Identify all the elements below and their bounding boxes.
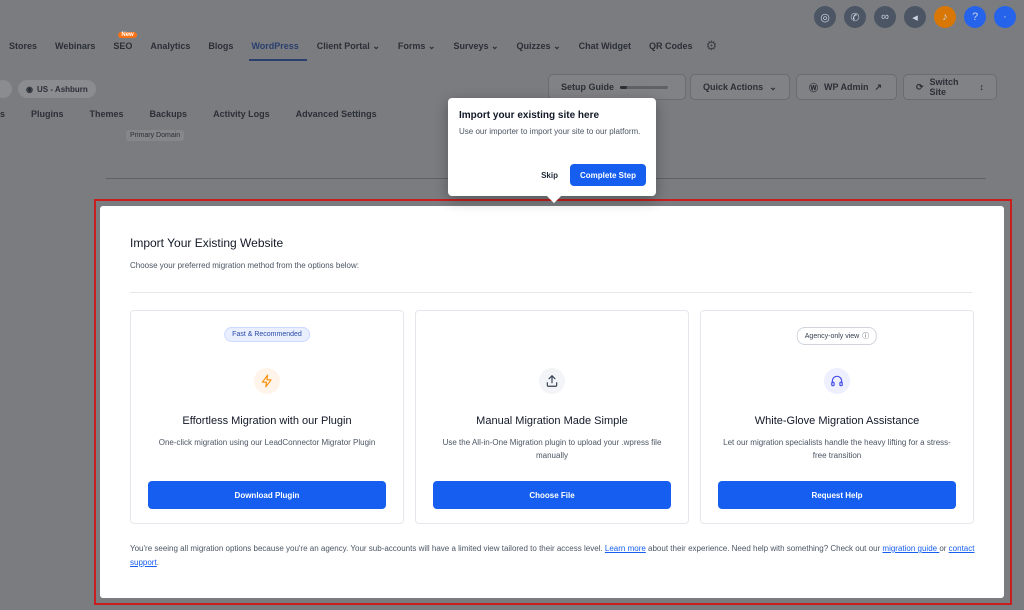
nav-item-forms[interactable]: Forms ⌄	[389, 41, 445, 52]
site-selector-label: US - Ashburn	[36, 84, 88, 94]
nav-item-qr-codes[interactable]: QR Codes	[640, 41, 702, 51]
chevron-down-icon: ⌄	[427, 40, 436, 51]
highlight-frame	[94, 199, 1012, 605]
switch-icon: ⟳	[916, 81, 924, 92]
site-subnav: s Plugins Themes Backups Activity Logs A…	[0, 109, 390, 119]
avatar[interactable]: ·	[994, 6, 1016, 28]
chevron-down-icon: ⌄	[769, 81, 777, 92]
nav-item-label: Client Portal	[316, 40, 370, 51]
complete-step-button[interactable]: Complete Step	[569, 164, 646, 186]
nav-item-label: Surveys	[453, 40, 489, 51]
skip-button[interactable]: Skip	[541, 171, 558, 180]
site-selector[interactable]: ◉ US - Ashburn	[18, 80, 96, 98]
popover-actions: Skip Complete Step	[541, 164, 646, 186]
gear-icon[interactable]: ⚙	[702, 38, 718, 54]
subnav-item-activity-logs[interactable]: Activity Logs	[200, 109, 283, 119]
wp-admin-label: WP Admin	[824, 82, 869, 92]
chevron-down-icon: ⌄	[553, 40, 561, 51]
chevron-down-icon: ⌄	[491, 40, 499, 51]
chevron-down-icon: ⌄	[372, 40, 380, 51]
setup-progress-bar	[620, 85, 669, 89]
nav-item-wordpress[interactable]: WordPress	[242, 41, 307, 51]
megaphone-icon[interactable]: ◂	[904, 6, 926, 28]
popover-title: Import your existing site here	[459, 110, 600, 121]
nav-item-analytics[interactable]: Analytics	[141, 41, 199, 51]
nav-item-surveys[interactable]: Surveys ⌄	[444, 41, 507, 52]
setup-progress-fill	[620, 85, 628, 89]
quick-actions-button[interactable]: Quick Actions ⌄	[690, 74, 790, 100]
external-link-icon: ↗	[874, 81, 883, 92]
chevron-updown-icon: ↕	[979, 82, 985, 92]
bell-icon[interactable]: ♪	[934, 6, 956, 28]
nav-item-label: Forms	[397, 40, 426, 51]
new-badge: New	[118, 32, 137, 38]
main-nav: Stores Webinars SEO New Analytics Blogs W…	[0, 32, 1024, 56]
header-icons: ◎ ✆ ∞ ◂ ♪ ? ·	[814, 6, 1016, 28]
wp-admin-button[interactable]: Ⓦ WP Admin ↗	[796, 74, 897, 100]
setup-guide-button[interactable]: Setup Guide	[548, 74, 686, 100]
subnav-item-themes[interactable]: Themes	[77, 109, 137, 119]
primary-domain-badge: Primary Domain	[126, 130, 185, 141]
nav-item-client-portal[interactable]: Client Portal ⌄	[308, 41, 389, 52]
help-icon[interactable]: ?	[964, 6, 986, 28]
nav-item-quizzes[interactable]: Quizzes ⌄	[508, 41, 570, 52]
setup-guide-label: Setup Guide	[561, 82, 615, 92]
popover-text: Use our importer to import your site to …	[459, 127, 641, 136]
nav-item-chat-widget[interactable]: Chat Widget	[570, 41, 640, 51]
onboarding-popover: Import your existing site here Use our i…	[448, 98, 656, 196]
switch-site-button[interactable]: ⟳ Switch Site ↕	[903, 74, 997, 100]
active-tab-indicator	[249, 59, 307, 61]
switch-site-label: Switch Site	[929, 77, 959, 97]
subnav-item-advanced-settings[interactable]: Advanced Settings	[283, 109, 390, 119]
subnav-item-plugins[interactable]: Plugins	[18, 109, 77, 119]
subnav-item-overflow[interactable]: s	[0, 109, 18, 119]
nav-item-label: Quizzes	[516, 40, 551, 51]
globe-icon[interactable]: ◎	[814, 6, 836, 28]
nav-item-stores[interactable]: Stores	[0, 41, 46, 51]
wordpress-icon: Ⓦ	[809, 82, 819, 93]
nav-item-blogs[interactable]: Blogs	[199, 41, 242, 51]
link-icon[interactable]: ∞	[874, 6, 896, 28]
nav-item-seo[interactable]: SEO New	[104, 32, 141, 51]
globe-icon: ◉	[26, 84, 33, 94]
subnav-item-backups[interactable]: Backups	[137, 109, 201, 119]
nav-item-seo-label: SEO	[113, 41, 133, 51]
phone-icon[interactable]: ✆	[844, 6, 866, 28]
quick-actions-label: Quick Actions	[703, 82, 764, 92]
nav-item-webinars[interactable]: Webinars	[46, 41, 104, 51]
